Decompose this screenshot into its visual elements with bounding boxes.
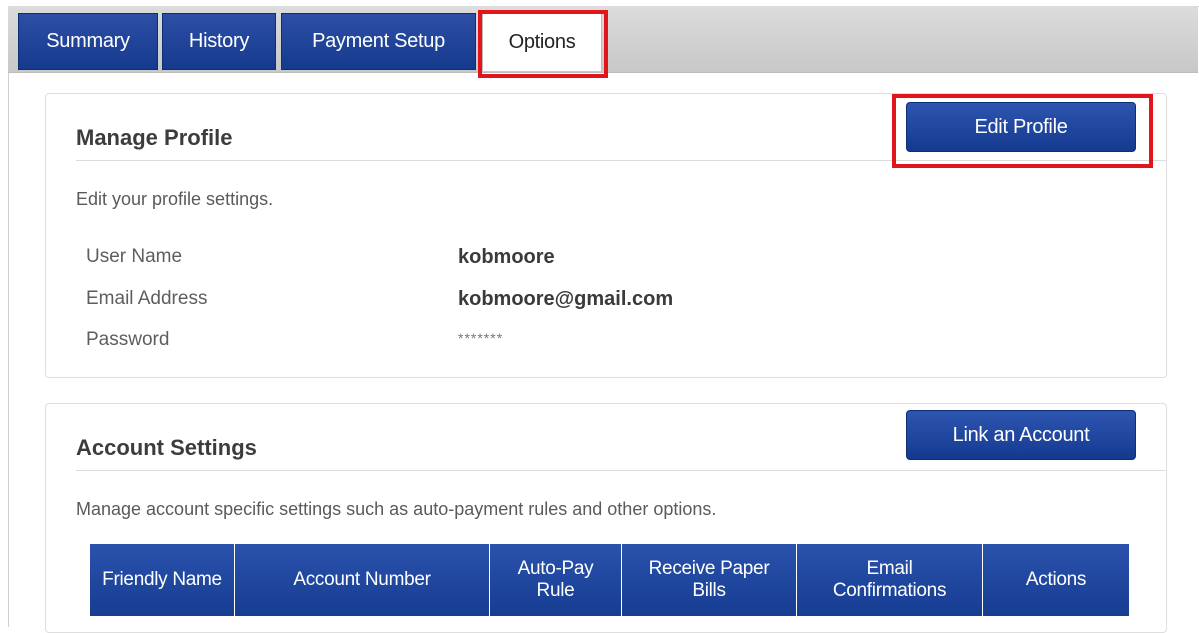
column-receive-paper-bills-label: Receive Paper Bills — [648, 558, 770, 601]
column-actions: Actions — [982, 544, 1129, 616]
password-value: ******* — [458, 330, 504, 346]
manage-profile-divider — [76, 160, 1166, 161]
password-label: Password — [86, 329, 170, 350]
tab-summary[interactable]: Summary — [18, 13, 158, 70]
user-name-label: User Name — [86, 246, 183, 267]
tab-payment-setup[interactable]: Payment Setup — [281, 13, 476, 70]
column-email-confirmations: Email Confirmations — [796, 544, 983, 616]
manage-profile-title: Manage Profile — [76, 125, 233, 150]
column-friendly-name: Friendly Name — [90, 544, 235, 616]
column-email-confirmations-label: Email Confirmations — [832, 558, 947, 601]
tab-options[interactable]: Options — [482, 13, 602, 71]
account-settings-description: Manage account specific settings such as… — [76, 499, 717, 519]
tab-history[interactable]: History — [162, 13, 276, 70]
manage-profile-description: Edit your profile settings. — [76, 189, 274, 209]
email-address-label: Email Address — [86, 288, 208, 309]
account-settings-title: Account Settings — [76, 435, 257, 460]
email-address-value: kobmoore@gmail.com — [458, 288, 674, 310]
column-auto-pay-rule-label: Auto-Pay Rule — [517, 558, 594, 601]
edit-profile-button[interactable]: Edit Profile — [906, 102, 1136, 152]
column-receive-paper-bills: Receive Paper Bills — [621, 544, 797, 616]
accounts-table-header: Friendly Name Account Number Auto-Pay Ru… — [90, 544, 1129, 616]
account-settings-divider — [76, 470, 1166, 471]
link-an-account-button[interactable]: Link an Account — [906, 410, 1136, 460]
accounts-table: Friendly Name Account Number Auto-Pay Ru… — [90, 544, 1129, 616]
user-name-value: kobmoore — [458, 246, 555, 268]
column-account-number: Account Number — [234, 544, 490, 616]
column-auto-pay-rule: Auto-Pay Rule — [489, 544, 622, 616]
